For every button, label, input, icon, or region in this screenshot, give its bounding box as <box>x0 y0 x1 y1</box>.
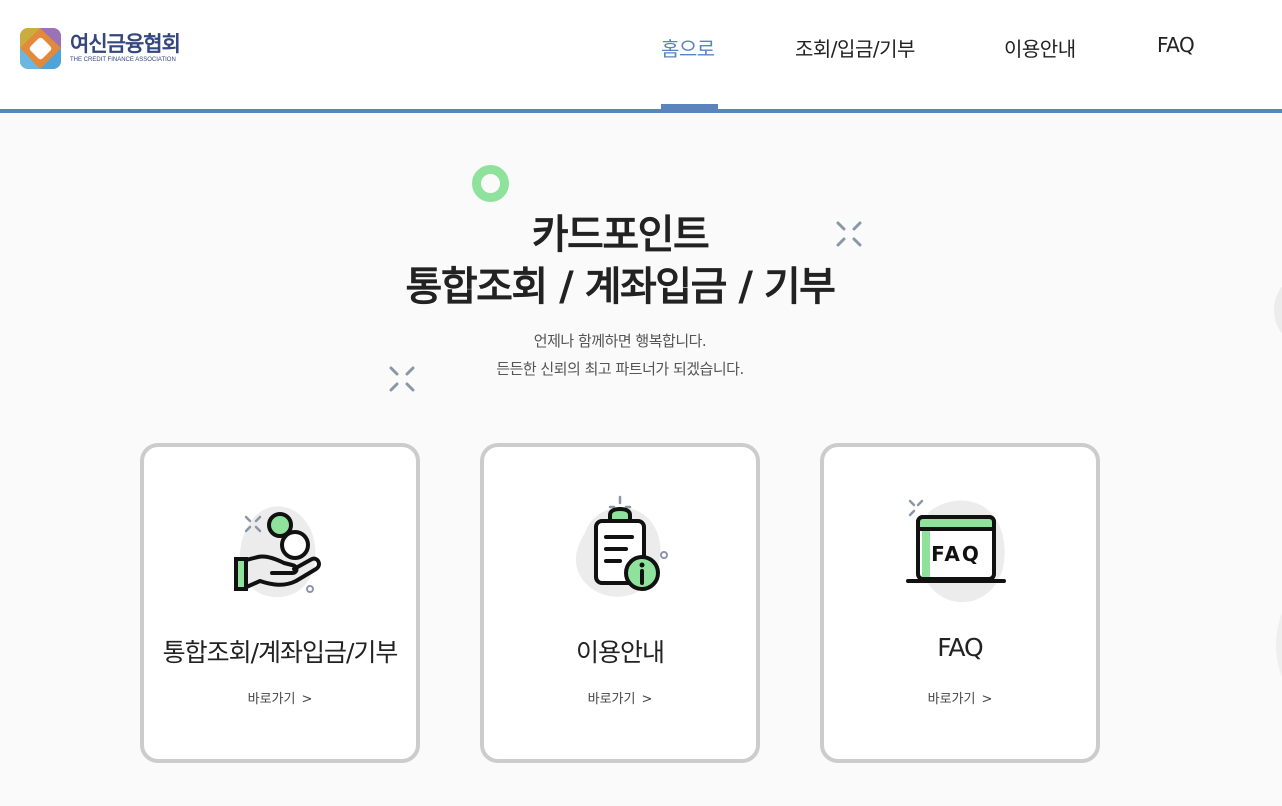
card-shortcut-link[interactable]: 바로가기 > <box>144 688 416 707</box>
main-nav: 홈으로 조회/입금/기부 이용안내 FAQ <box>0 0 1282 109</box>
nav-inquiry[interactable]: 조회/입금/기부 <box>795 33 915 62</box>
card-faq[interactable]: FAQ FAQ 바로가기 > <box>820 443 1100 763</box>
hero-subtitle-line1: 언제나 함께하면 행복합니다. <box>533 332 707 350</box>
chevron-right-icon: > <box>641 692 653 707</box>
chevron-right-icon: > <box>301 692 313 707</box>
hero-subtitle-line2: 든든한 신뢰의 최고 파트너가 되겠습니다. <box>496 360 744 378</box>
card-link-label: 바로가기 <box>247 692 296 707</box>
card-title: 통합조회/계좌입금/기부 <box>162 638 399 667</box>
coins-hand-icon <box>234 506 321 598</box>
card-link-label: 바로가기 <box>927 692 976 707</box>
hero-title-line2: 통합조회 / 계좌입금 / 기부 <box>405 264 836 310</box>
card-title: FAQ <box>937 633 983 662</box>
nav-home[interactable]: 홈으로 <box>661 33 715 62</box>
card-shortcut-link[interactable]: 바로가기 > <box>484 688 756 707</box>
hero-title-line1: 카드포인트 <box>531 212 710 258</box>
card-guide[interactable]: 이용안내 바로가기 > <box>480 443 760 763</box>
nav-active-indicator <box>661 104 718 109</box>
decorative-ring <box>472 165 509 202</box>
side-decoration-ring <box>1274 286 1282 334</box>
card-title: 이용안내 <box>575 638 665 667</box>
card-link-label: 바로가기 <box>587 692 636 707</box>
card-inquiry[interactable]: 통합조회/계좌입금/기부 바로가기 > <box>140 443 420 763</box>
faq-board-icon: FAQ <box>906 499 1006 603</box>
nav-guide[interactable]: 이용안내 <box>1004 33 1076 62</box>
nav-faq[interactable]: FAQ <box>1157 33 1195 57</box>
faq-icon-text: FAQ <box>931 542 981 566</box>
side-decoration-blob <box>1276 612 1282 678</box>
chevron-right-icon: > <box>981 692 993 707</box>
clipboard-info-icon <box>575 495 668 597</box>
header: 여신금융협회 THE CREDIT FINANCE ASSOCIATION 홈으… <box>0 0 1282 113</box>
card-shortcut-link[interactable]: 바로가기 > <box>824 688 1096 707</box>
